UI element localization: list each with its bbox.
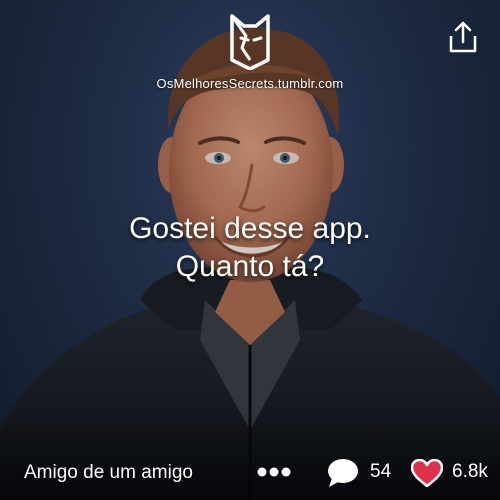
share-upload-icon — [449, 21, 477, 53]
comment-button[interactable] — [326, 458, 360, 488]
fox-mask-icon — [230, 14, 270, 70]
like-button[interactable] — [410, 458, 444, 488]
brand-header: OsMelhoresSecrets.tumblr.com — [0, 14, 500, 91]
message-line-1: Gostei desse app. — [129, 212, 371, 245]
origin-label[interactable]: Amigo de um amigo — [24, 462, 193, 484]
heart-icon — [410, 458, 444, 488]
like-count: 6.8k — [452, 461, 488, 482]
secret-post-card: OsMelhoresSecrets.tumblr.com Gostei dess… — [0, 0, 500, 500]
brand-url: OsMelhoresSecrets.tumblr.com — [156, 76, 344, 91]
secret-message: Gostei desse app. Quanto tá? — [0, 210, 500, 286]
comment-bubble-icon — [328, 459, 358, 487]
more-dots-icon — [257, 467, 291, 477]
more-button[interactable] — [256, 464, 292, 480]
post-footer: Amigo de um amigo 54 6.8k — [0, 444, 500, 500]
message-line-2: Quanto tá? — [175, 250, 325, 283]
comment-count: 54 — [370, 461, 392, 482]
share-button[interactable] — [448, 20, 478, 54]
